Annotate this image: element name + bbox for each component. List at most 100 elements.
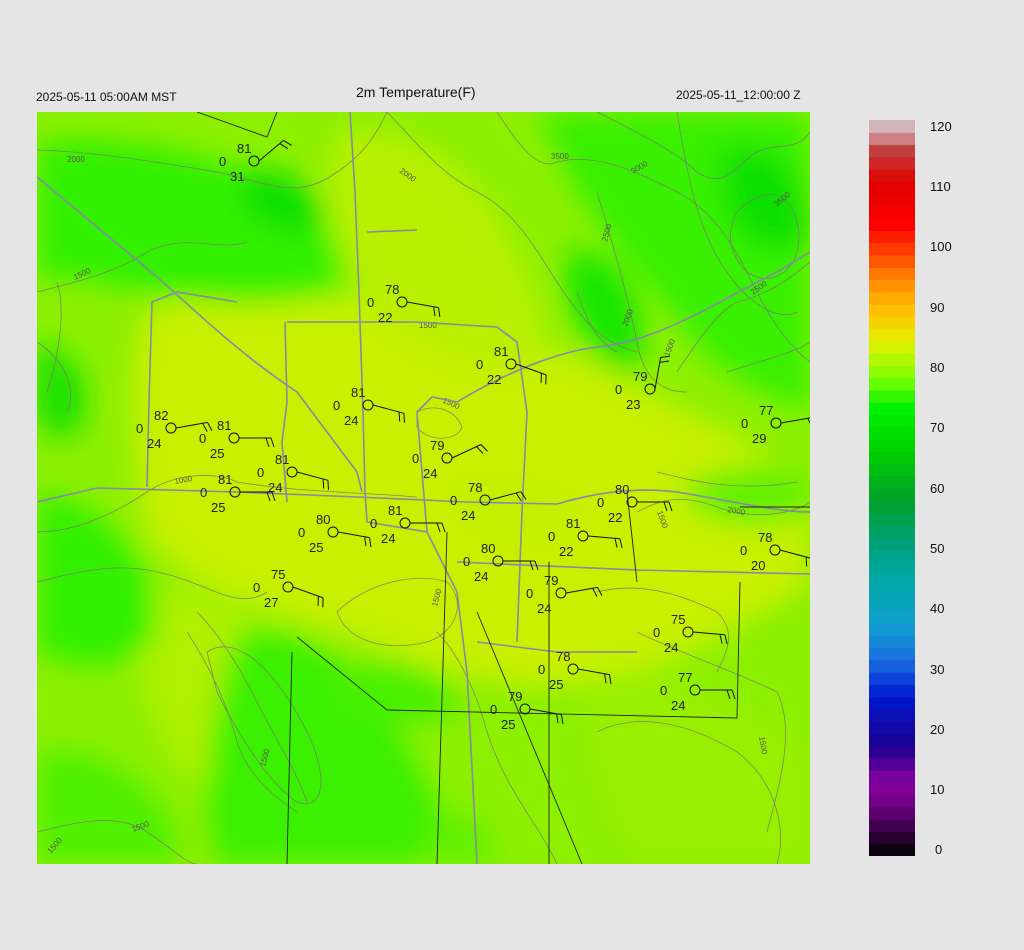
station-dewpoint: 24 <box>268 480 282 495</box>
colorbar-band <box>869 169 915 182</box>
station-dewpoint: 22 <box>487 372 501 387</box>
station-pressure-code: 0 <box>538 662 545 677</box>
colorbar-band <box>869 635 915 649</box>
colorbar-band <box>869 831 915 845</box>
colorbar-label: 70 <box>930 420 945 435</box>
colorbar-band <box>869 573 915 587</box>
temperature-colorbar <box>869 120 915 856</box>
colorbar-label: 110 <box>930 179 951 194</box>
colorbar-band <box>869 819 915 833</box>
station-pressure-code: 0 <box>490 702 497 717</box>
colorbar-band <box>869 377 915 391</box>
colorbar-label: 20 <box>930 722 945 737</box>
station-pressure-code: 0 <box>367 295 374 310</box>
colorbar-band <box>869 279 915 293</box>
colorbar-band <box>869 438 915 452</box>
colorbar-band <box>869 770 915 783</box>
station-pressure-code: 0 <box>597 495 604 510</box>
colorbar-band <box>869 488 915 501</box>
station-pressure-code: 0 <box>653 625 660 640</box>
station-temperature: 81 <box>388 503 402 518</box>
colorbar-band <box>869 414 915 428</box>
colorbar-label: 0 <box>935 842 943 857</box>
station-temperature: 75 <box>271 567 285 582</box>
colorbar-band <box>869 659 915 673</box>
station-pressure-code: 0 <box>253 580 260 595</box>
station-dewpoint: 25 <box>501 717 515 732</box>
station-temperature: 77 <box>759 403 773 418</box>
colorbar-band <box>869 389 915 403</box>
colorbar-band <box>869 475 915 489</box>
station-pressure-code: 0 <box>450 493 457 508</box>
colorbar-label: 80 <box>930 360 945 375</box>
colorbar-band <box>869 205 915 219</box>
colorbar-band <box>869 512 915 526</box>
station-dewpoint: 31 <box>230 169 244 184</box>
colorbar-label: 100 <box>930 239 952 254</box>
colorbar-band <box>869 304 915 317</box>
colorbar-band <box>869 181 915 195</box>
station-pressure-code: 0 <box>200 485 207 500</box>
station-pressure-code: 0 <box>219 154 226 169</box>
colorbar-band <box>869 622 915 636</box>
colorbar-band <box>869 316 915 330</box>
station-dewpoint: 22 <box>378 310 392 325</box>
colorbar-band <box>869 586 915 599</box>
station-temperature: 78 <box>385 282 399 297</box>
station-temperature: 81 <box>218 472 232 487</box>
colorbar-band <box>869 721 915 734</box>
station-dewpoint: 20 <box>751 558 765 573</box>
colorbar-label: 30 <box>930 662 945 677</box>
station-temperature: 79 <box>544 573 558 588</box>
station-temperature: 81 <box>237 141 251 156</box>
colorbar-band <box>869 242 915 256</box>
colorbar-band <box>869 684 915 698</box>
colorbar-band <box>869 230 915 244</box>
colorbar-band <box>869 340 915 354</box>
station-pressure-code: 0 <box>660 683 667 698</box>
station-pressure-code: 0 <box>615 382 622 397</box>
colorbar-band <box>869 291 915 305</box>
map-title: 2m Temperature(F) <box>356 84 476 100</box>
station-dewpoint: 27 <box>264 595 278 610</box>
station-pressure-code: 0 <box>740 543 747 558</box>
station-pressure-code: 0 <box>257 465 264 480</box>
station-temperature: 79 <box>508 689 522 704</box>
colorbar-band <box>869 218 915 231</box>
station-dewpoint: 25 <box>211 500 225 515</box>
colorbar-band <box>869 561 915 575</box>
colorbar-band <box>869 610 915 624</box>
colorbar-band <box>869 328 915 342</box>
colorbar-label: 40 <box>930 601 945 616</box>
colorbar-band <box>869 672 915 685</box>
colorbar-band <box>869 267 915 281</box>
colorbar-band <box>869 463 915 477</box>
station-pressure-code: 0 <box>298 525 305 540</box>
station-pressure-code: 0 <box>136 421 143 436</box>
contour-label: 2000 <box>67 155 85 164</box>
station-temperature: 81 <box>217 418 231 433</box>
contour-label: 3500 <box>551 152 569 161</box>
station-dewpoint: 24 <box>344 413 358 428</box>
colorbar-band <box>869 144 915 158</box>
colorbar-band <box>869 537 915 550</box>
station-pressure-code: 0 <box>199 431 206 446</box>
station-dewpoint: 29 <box>752 431 766 446</box>
station-temperature: 77 <box>678 670 692 685</box>
station-temperature: 81 <box>351 385 365 400</box>
colorbar-band <box>869 794 915 808</box>
colorbar-label: 120 <box>930 119 952 134</box>
station-dewpoint: 25 <box>210 446 224 461</box>
colorbar-band <box>869 132 915 146</box>
colorbar-band <box>869 806 915 820</box>
station-temperature: 81 <box>566 516 580 531</box>
colorbar-band <box>869 500 915 514</box>
colorbar-label: 10 <box>930 782 945 797</box>
colorbar-band <box>869 156 915 170</box>
station-dewpoint: 25 <box>309 540 323 555</box>
colorbar-band <box>869 524 915 538</box>
station-temperature: 75 <box>671 612 685 627</box>
colorbar-band <box>869 782 915 796</box>
station-temperature: 79 <box>430 438 444 453</box>
temperature-map: 2000 2000 3500 3000 3500 2500 2000 1500 … <box>37 112 810 864</box>
